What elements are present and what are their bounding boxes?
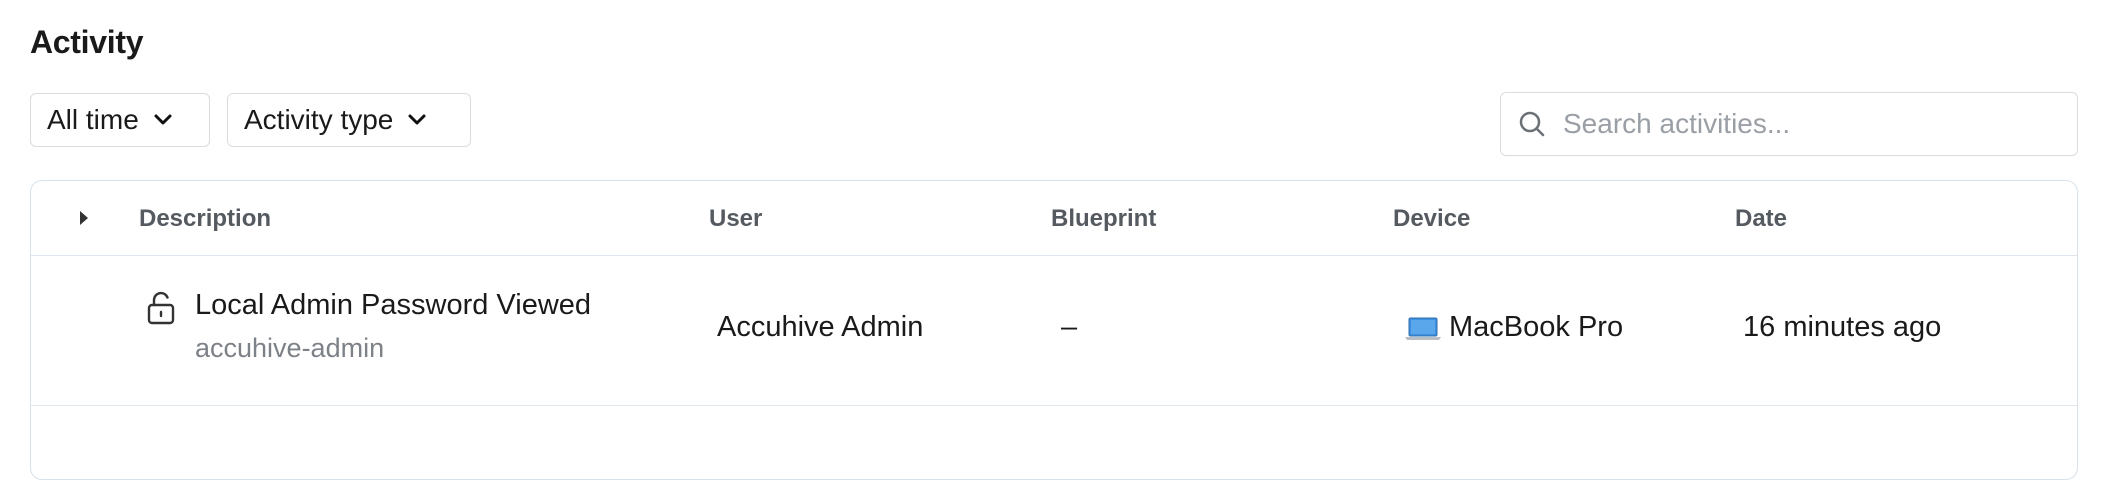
activity-type-dropdown[interactable]: Activity type [227, 93, 471, 147]
page-title: Activity [30, 24, 144, 60]
column-header-description[interactable]: Description [139, 205, 271, 233]
chevron-down-icon [407, 113, 427, 127]
column-header-blueprint[interactable]: Blueprint [1051, 205, 1156, 233]
activity-blueprint: – [1061, 311, 1078, 343]
chevron-down-icon [153, 113, 173, 127]
activity-table: Description User Blueprint Device Date L… [30, 180, 2078, 480]
search-input[interactable] [1561, 107, 2045, 141]
activity-type-label: Activity type [244, 104, 394, 135]
table-row[interactable]: Local Admin Password Viewed accuhive-adm… [31, 255, 2077, 406]
laptop-icon [1405, 317, 1441, 341]
time-range-label: All time [47, 104, 139, 135]
activity-date: 16 minutes ago [1743, 311, 1942, 343]
search-icon [1517, 109, 1547, 139]
column-header-date[interactable]: Date [1735, 205, 1787, 233]
column-header-user[interactable]: User [709, 205, 762, 233]
time-range-dropdown[interactable]: All time [30, 93, 210, 147]
table-header: Description User Blueprint Device Date [31, 181, 2077, 256]
activity-subtitle: accuhive-admin [195, 333, 385, 363]
column-header-device[interactable]: Device [1393, 205, 1470, 233]
unlock-icon [145, 291, 177, 325]
activity-device[interactable]: MacBook Pro [1449, 311, 1623, 344]
activity-user[interactable]: Accuhive Admin [717, 311, 923, 344]
activity-description: Local Admin Password Viewed [195, 289, 592, 321]
search-box[interactable] [1500, 92, 2078, 156]
expand-all-icon[interactable] [77, 208, 91, 228]
